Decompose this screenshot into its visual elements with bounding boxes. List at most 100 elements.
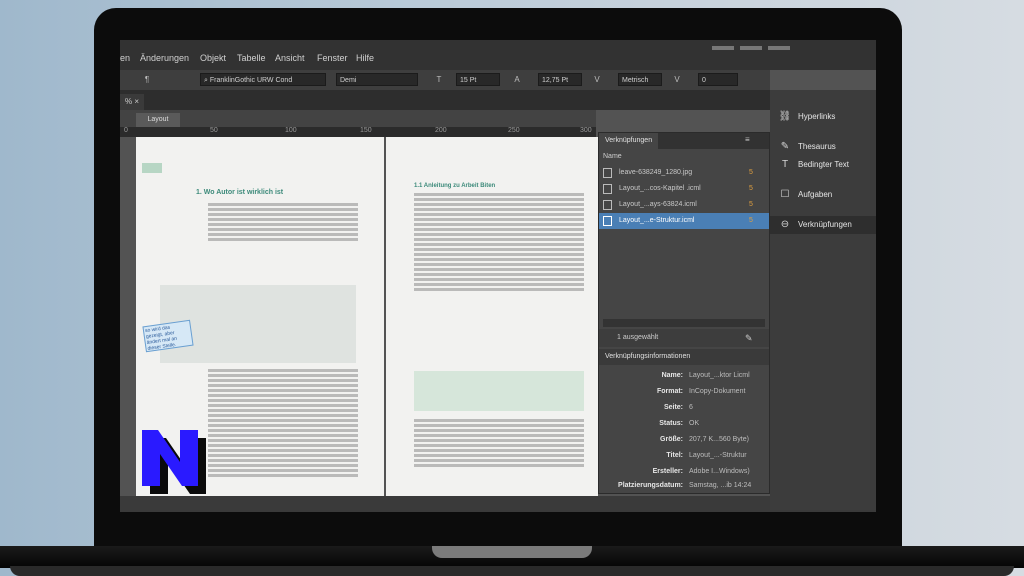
ruler-tick: 300 xyxy=(580,127,592,134)
info-row-status: Status: OK xyxy=(599,417,769,431)
body-text xyxy=(414,193,584,293)
layout-tab[interactable]: Layout xyxy=(136,113,180,127)
menu-item-object[interactable]: Objekt xyxy=(200,53,226,63)
tracking-icon: V xyxy=(674,75,680,84)
laptop-notch xyxy=(432,546,592,558)
panel-menu-icon[interactable]: ≡ xyxy=(745,135,750,144)
body-text xyxy=(208,203,358,243)
info-key: Platzierungsdatum: xyxy=(618,482,683,489)
side-item-label: Verknüpfungen xyxy=(798,220,852,229)
tasks-icon: ☐ xyxy=(780,189,790,200)
info-row-format: Format: InCopy-Dokument xyxy=(599,385,769,399)
info-key: Format: xyxy=(656,388,683,395)
selection-count: 1 ausgewählt xyxy=(617,334,659,341)
info-value: 6 xyxy=(689,404,693,411)
font-size-field[interactable]: 15 Pt xyxy=(456,73,500,86)
menu-item-view[interactable]: Ansicht xyxy=(275,53,305,63)
menu-item-window[interactable]: Fenster xyxy=(317,53,348,63)
links-toolbar: 1 ausgewählt ✎ xyxy=(599,329,769,347)
document-tab[interactable]: % × xyxy=(120,94,144,110)
info-value: OK xyxy=(689,420,700,427)
info-value: InCopy-Dokument xyxy=(689,388,746,395)
side-item-label: Aufgaben xyxy=(798,190,833,199)
n-logo-icon xyxy=(142,430,206,494)
info-key: Status: xyxy=(659,420,683,427)
info-box xyxy=(414,371,584,411)
side-item-label: Thesaurus xyxy=(798,142,836,151)
info-value: Samstag, ...ib 14:24 xyxy=(689,482,752,489)
side-item-links[interactable]: ⊖ Verknüpfungen xyxy=(770,216,876,234)
status-bar xyxy=(120,496,876,512)
link-row[interactable]: Layout_...cos-Kapitel .icml 5 xyxy=(599,181,769,197)
side-item-thesaurus[interactable]: ✎ Thesaurus xyxy=(778,138,876,156)
links-panel: Verknüpfungen ≡ Name leave-638249_1280.j… xyxy=(598,132,770,494)
chapter-heading: 1. Wo Autor ist wirklich ist xyxy=(196,189,283,196)
window-control-close[interactable] xyxy=(768,46,790,50)
info-row-name: Name: Layout_...ktor Licml xyxy=(599,369,769,383)
links-icon: ⊖ xyxy=(780,219,790,230)
kerning-icon: V xyxy=(594,75,600,84)
link-page: 5 xyxy=(749,217,753,224)
menu-item-table[interactable]: Tabelle xyxy=(237,53,266,63)
incopy-file-icon xyxy=(603,200,612,210)
section-heading: 1.1 Anleitung zu Arbeit Biten xyxy=(414,183,496,189)
ruler-tick: 0 xyxy=(124,127,128,134)
info-row-page: Seite: 6 xyxy=(599,401,769,415)
paragraph-icon[interactable]: ¶ xyxy=(142,74,152,85)
body-text xyxy=(414,419,584,469)
side-item-label: Hyperlinks xyxy=(798,112,836,121)
chapter-heading-text: 1. Wo Autor ist wirklich ist xyxy=(196,189,284,196)
link-row[interactable]: Layout_...ays-63824.icml 5 xyxy=(599,197,769,213)
link-page: 5 xyxy=(749,185,753,192)
layout-bar: Layout xyxy=(120,110,596,127)
kerning-field[interactable]: Metrisch xyxy=(618,73,662,86)
link-row[interactable]: leave-638249_1280.jpg 5 xyxy=(599,165,769,181)
link-name: Layout_...ays-63824.icml xyxy=(619,201,697,208)
info-row-size: Größe: 207,7 K...560 Byte) xyxy=(599,433,769,447)
font-size-icon: T xyxy=(436,75,442,84)
conditional-text-icon: T xyxy=(781,159,789,170)
ruler-tick: 150 xyxy=(360,127,372,134)
incopy-file-icon xyxy=(603,216,612,226)
tracking-field[interactable]: 0 xyxy=(698,73,738,86)
info-key: Ersteller: xyxy=(652,468,683,475)
document-tab-bar: % × xyxy=(120,90,770,110)
leading-icon: A xyxy=(514,75,520,84)
side-panel-dock: ⛓ Hyperlinks ✎ Thesaurus T Bedingter Tex… xyxy=(770,90,876,510)
document-page-right[interactable]: 1.1 Anleitung zu Arbeit Biten xyxy=(386,137,598,498)
ruler-tick: 200 xyxy=(435,127,447,134)
screen: en Änderungen Objekt Tabelle Ansicht Fen… xyxy=(120,40,876,512)
menu-item-help[interactable]: Hilfe xyxy=(356,53,374,63)
body-text xyxy=(208,369,358,479)
column-name-label[interactable]: Name xyxy=(603,153,622,160)
side-item-label: Bedingter Text xyxy=(798,160,849,169)
info-value: Adobe I...Windows) xyxy=(689,468,750,475)
link-info-title: Verknüpfungsinformationen xyxy=(605,353,691,360)
info-value: Layout_...-Struktur xyxy=(689,452,747,459)
leading-field[interactable]: 12,75 Pt xyxy=(538,73,582,86)
window-control-max[interactable] xyxy=(740,46,762,50)
window-control-min[interactable] xyxy=(712,46,734,50)
image-file-icon xyxy=(603,168,612,178)
links-column-header: Name xyxy=(599,151,769,163)
side-item-conditional-text[interactable]: T Bedingter Text xyxy=(778,156,876,174)
menu-item-changes[interactable]: Änderungen xyxy=(140,53,189,63)
link-name: Layout_...cos-Kapitel .icml xyxy=(619,185,701,192)
info-key: Größe: xyxy=(660,436,683,443)
info-row-title: Titel: Layout_...-Struktur xyxy=(599,449,769,463)
font-family-field[interactable]: ⌕ FranklinGothic URW Cond xyxy=(200,73,326,86)
side-item-hyperlinks[interactable]: ⛓ Hyperlinks xyxy=(778,108,876,126)
link-info-header: Verknüpfungsinformationen xyxy=(599,349,769,365)
info-value: 207,7 K...560 Byte) xyxy=(689,436,749,443)
menu-item-edit[interactable]: en xyxy=(120,53,130,63)
horizontal-scrollbar[interactable] xyxy=(603,319,765,327)
horizontal-ruler: 0 50 100 150 200 250 300 xyxy=(120,127,596,137)
link-row-selected[interactable]: Layout_...e-Struktur.icml 5 xyxy=(599,213,769,229)
edit-icon[interactable]: ✎ xyxy=(745,329,753,347)
document-tab-label: % xyxy=(124,97,133,106)
info-row-placed-date: Platzierungsdatum: Samstag, ...ib 14:24 xyxy=(599,479,769,493)
side-item-tasks[interactable]: ☐ Aufgaben xyxy=(778,186,876,204)
font-style-field[interactable]: Demi xyxy=(336,73,418,86)
link-name: leave-638249_1280.jpg xyxy=(619,169,693,176)
links-panel-tab[interactable]: Verknüpfungen xyxy=(599,133,659,149)
